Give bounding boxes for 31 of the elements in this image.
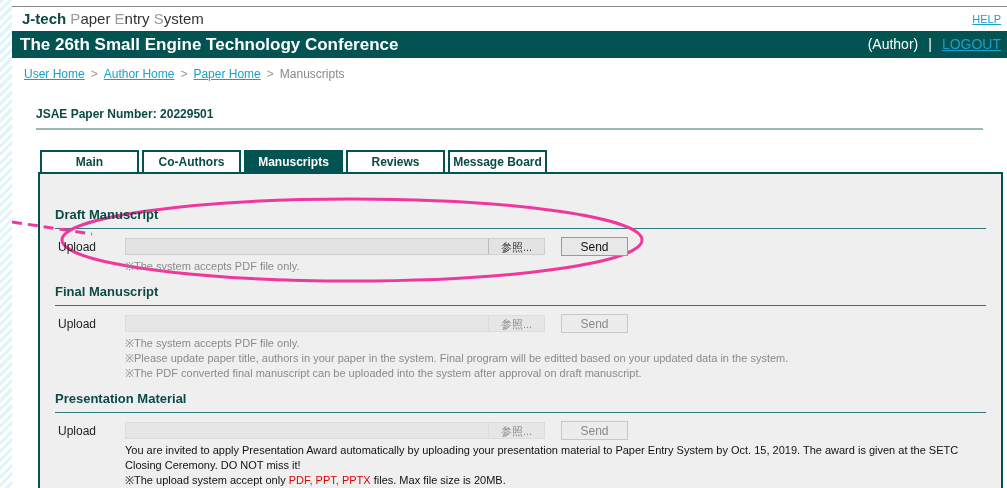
breadcrumb-link[interactable]: Paper Home bbox=[193, 65, 261, 83]
role-label: (Author) bbox=[867, 34, 919, 54]
file-field[interactable]: 参照... bbox=[125, 238, 545, 255]
upload-label: Upload bbox=[57, 422, 98, 440]
tab[interactable]: Reviews bbox=[346, 150, 445, 172]
upload-label: Upload bbox=[57, 315, 98, 333]
note-text: You are invited to apply Presentation Award automatically by uploading your presentation material to Paper Entry System by Oct. 15, 2019. The award is given at the SETC Closing Ceremony. DO NOT miss it! bbox=[125, 443, 960, 473]
help-link[interactable]: HELP bbox=[972, 10, 1001, 28]
breadcrumb-separator: > bbox=[90, 66, 98, 83]
tab[interactable]: Co-Authors bbox=[142, 150, 241, 172]
note-text: ※The PDF converted final manuscript can be uploaded into the system after approval on draft manuscript. bbox=[125, 366, 643, 381]
tab[interactable]: Manuscripts bbox=[244, 150, 343, 172]
breadcrumb-current: Manuscripts bbox=[279, 66, 345, 83]
app-logo: J-tech Paper Entry System bbox=[22, 8, 204, 29]
breadcrumb-link[interactable]: User Home bbox=[24, 65, 85, 83]
section-title: Final Manuscript bbox=[55, 284, 159, 299]
breadcrumb-separator: > bbox=[180, 66, 188, 83]
note-text: ※The upload system accept only PDF, PPT, PPTX files. Max file size is 20MB. bbox=[125, 473, 507, 488]
breadcrumb-separator: > bbox=[266, 66, 274, 83]
logout-link[interactable]: LOGOUT bbox=[941, 33, 1001, 55]
note-text: ※Please update paper title, authors in your paper in the system. Final program will be editted based on your updated data in the system. bbox=[125, 351, 790, 366]
send-button[interactable]: Send bbox=[561, 237, 628, 256]
browse-button[interactable]: 参照... bbox=[488, 239, 544, 254]
breadcrumb-link[interactable]: Author Home bbox=[103, 65, 175, 83]
tab[interactable]: Message Board bbox=[448, 150, 547, 172]
paper-number: JSAE Paper Number: 20229501 bbox=[36, 107, 214, 121]
separator: | bbox=[928, 34, 932, 54]
note-text: ※The system accepts PDF file only. bbox=[125, 336, 301, 351]
section-title: Presentation Material bbox=[55, 391, 187, 406]
conference-title: The 26th Small Engine Technology Conference bbox=[20, 33, 399, 56]
tab[interactable]: Main bbox=[40, 150, 139, 172]
